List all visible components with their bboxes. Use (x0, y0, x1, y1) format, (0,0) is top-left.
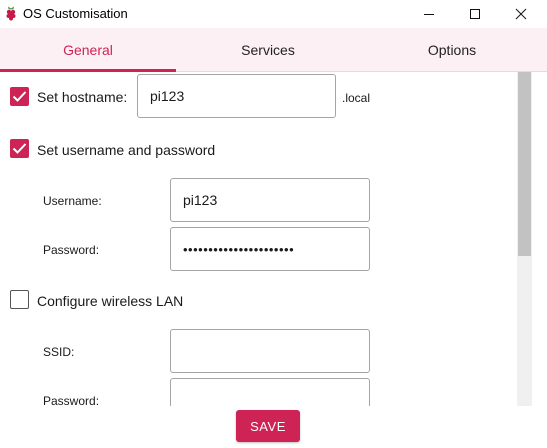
checkmark-icon (12, 143, 27, 154)
checkmark-icon (12, 91, 27, 102)
window-title: OS Customisation (23, 6, 128, 21)
username-input[interactable]: pi123 (170, 178, 370, 222)
set-hostname-label: Set hostname: (37, 89, 128, 105)
username-label: Username: (43, 194, 102, 208)
maximize-icon (470, 9, 480, 19)
save-button[interactable]: SAVE (236, 410, 300, 442)
set-hostname-checkbox[interactable] (10, 87, 29, 106)
scrollbar-thumb[interactable] (518, 72, 531, 256)
configure-wlan-checkbox[interactable] (10, 290, 29, 309)
general-settings-panel: Set hostname: pi123 .local Set username … (0, 72, 517, 406)
os-customisation-window: OS Customisation General Services Option… (0, 0, 547, 448)
set-username-password-label: Set username and password (37, 142, 216, 158)
wlan-password-input[interactable] (170, 378, 370, 406)
hostname-input[interactable]: pi123 (137, 74, 336, 118)
footer: SAVE (0, 406, 547, 448)
minimize-icon (424, 14, 434, 15)
tab-options[interactable]: Options (364, 28, 540, 72)
close-button[interactable] (498, 0, 544, 28)
title-bar[interactable]: OS Customisation (0, 0, 547, 28)
tab-general[interactable]: General (0, 28, 176, 72)
password-label: Password: (43, 243, 100, 257)
close-icon (515, 8, 527, 20)
tab-bar: General Services Options (0, 28, 547, 72)
maximize-button[interactable] (452, 0, 498, 28)
minimize-button[interactable] (406, 0, 452, 28)
set-username-password-checkbox[interactable] (10, 139, 29, 158)
configure-wlan-label: Configure wireless LAN (37, 293, 184, 309)
ssid-input[interactable] (170, 329, 370, 373)
ssid-label: SSID: (43, 345, 75, 359)
password-input[interactable]: •••••••••••••••••••••• (170, 227, 370, 271)
tab-services[interactable]: Services (180, 28, 356, 72)
hostname-suffix: .local (342, 91, 371, 105)
wlan-password-label: Password: (43, 394, 100, 406)
raspberry-icon (6, 6, 16, 21)
